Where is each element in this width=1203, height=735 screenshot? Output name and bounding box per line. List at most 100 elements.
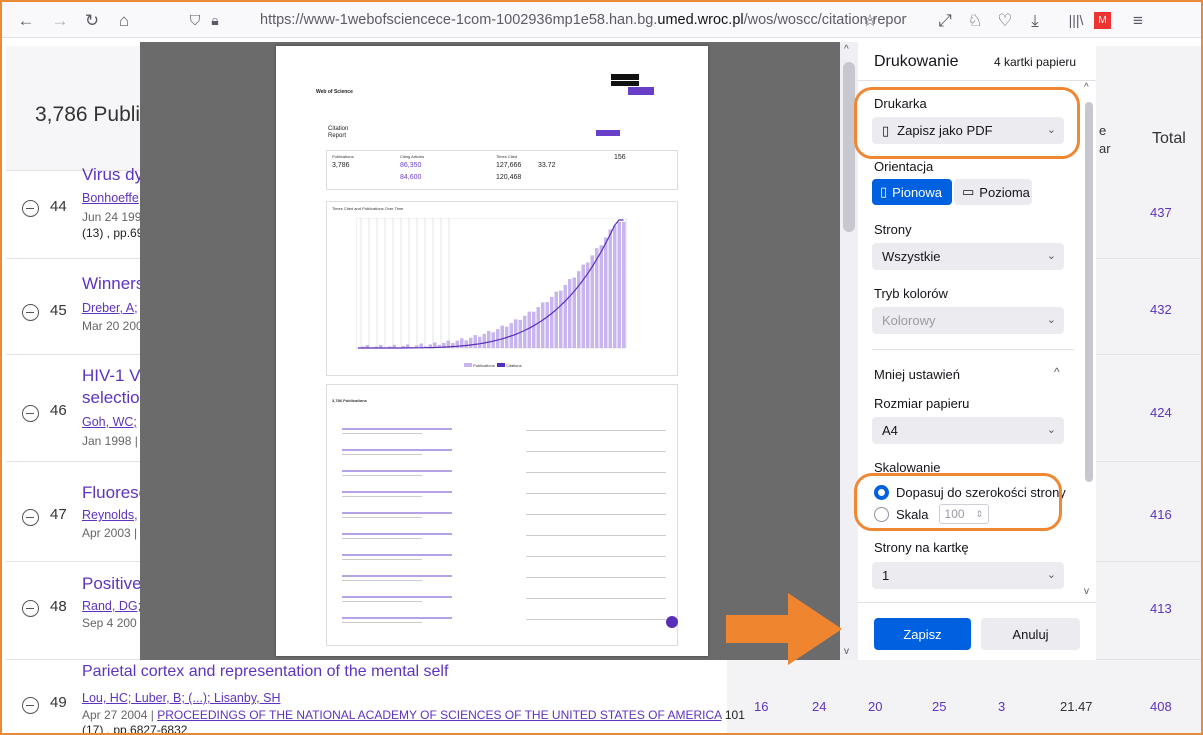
collapse-icon[interactable]	[22, 600, 39, 617]
preview-row-meta	[342, 517, 422, 518]
row-title[interactable]: Winners	[82, 274, 144, 294]
row-total[interactable]: 437	[1150, 205, 1172, 220]
results-count: 3,786 Publi	[35, 103, 141, 126]
collapse-icon[interactable]	[22, 697, 39, 714]
row-pages: (17) , pp.6827-6832	[82, 723, 188, 735]
row-value[interactable]: 24	[812, 699, 826, 714]
preview-bar	[487, 330, 491, 348]
extension-icon[interactable]: ♘	[965, 10, 985, 30]
row-title[interactable]: Virus dy	[82, 165, 143, 185]
lock-icon[interactable]: 🔒︎	[205, 10, 225, 30]
portrait-icon: ▯	[880, 184, 888, 199]
collapse-icon[interactable]	[22, 405, 39, 422]
row-total[interactable]: 416	[1150, 507, 1172, 522]
pages-select[interactable]: Wszystkie ⌄	[872, 243, 1064, 270]
home-icon[interactable]: ⌂	[114, 10, 134, 30]
preview-bar	[608, 229, 612, 348]
shield-icon[interactable]: ⛉	[185, 10, 205, 30]
color-mode-select[interactable]: Kolorowy ⌄	[872, 307, 1064, 334]
back-icon[interactable]: ←	[16, 10, 36, 30]
row-title[interactable]: Fluoresc	[82, 483, 147, 503]
preview-bar	[604, 237, 608, 348]
chevron-down-icon: ⌄	[1046, 314, 1056, 326]
sheet-count: 4 kartki papieru	[994, 55, 1077, 69]
row-total[interactable]: 413	[1150, 601, 1172, 616]
chevron-down-icon: ⌄	[1046, 569, 1056, 581]
preview-bar	[469, 337, 473, 348]
row-volume: 101	[724, 708, 745, 722]
preview-row-meta	[342, 559, 422, 560]
cancel-button[interactable]: Anuluj	[981, 618, 1080, 650]
expand-icon[interactable]: ⤢	[935, 10, 955, 30]
row-value[interactable]: 25	[932, 699, 946, 714]
row-total[interactable]: 408	[1150, 699, 1172, 714]
preview-bar	[523, 315, 527, 348]
preview-bar	[599, 245, 603, 348]
row-number: 44	[50, 198, 67, 215]
collapse-icon[interactable]	[22, 304, 39, 321]
preview-bar	[464, 340, 468, 348]
preview-value: 120,468	[496, 174, 522, 181]
paper-size-value: A4	[882, 423, 898, 438]
reload-icon[interactable]: ↻	[82, 10, 102, 30]
preview-row-values	[526, 493, 666, 494]
preview-legend: Publications Citations	[464, 363, 522, 368]
row-number: 48	[50, 598, 67, 615]
less-settings-toggle[interactable]: Mniej ustawień	[874, 367, 960, 382]
pages-per-sheet-select[interactable]: 1 ⌄	[872, 562, 1064, 589]
chevron-down-icon: ⌄	[1046, 250, 1056, 262]
preview-bar	[500, 325, 504, 348]
collapse-icon[interactable]	[22, 200, 39, 217]
preview-row-values	[526, 535, 666, 536]
pocket-icon[interactable]: ♡	[995, 10, 1015, 30]
menu-icon[interactable]: ≡	[1128, 10, 1148, 30]
row-author[interactable]: Reynolds,	[82, 508, 138, 522]
row-title[interactable]: Positive	[82, 574, 142, 594]
preview-row-meta	[342, 601, 422, 602]
paper-size-select[interactable]: A4 ⌄	[872, 417, 1064, 444]
preview-bar	[554, 291, 558, 348]
collapse-icon[interactable]	[22, 509, 39, 526]
preview-row-values	[526, 619, 666, 620]
forward-icon[interactable]: →	[50, 10, 70, 30]
row-authors[interactable]: Lou, HC; Luber, B; (...); Lisanby, SH	[82, 691, 280, 705]
row-title[interactable]: Parietal cortex and representation of th…	[82, 663, 448, 681]
row-date: Sep 4 200	[82, 616, 137, 630]
row-value[interactable]: 20	[868, 699, 882, 714]
print-preview-page: Web of Science Citation Report Publicati…	[276, 46, 708, 656]
landscape-button[interactable]: ▭ Pozioma	[954, 179, 1032, 205]
preview-row-title	[342, 617, 452, 619]
row-value[interactable]: 16	[754, 699, 768, 714]
row-date: Jan 1998 |	[82, 434, 138, 448]
row-author[interactable]: Dreber, A;	[82, 301, 138, 315]
dialog-scrollbar[interactable]: ^ v	[1082, 82, 1094, 602]
browser-window: ← → ↻ ⌂ ⛉ 🔒︎ https://www-1webofsciencece…	[0, 0, 1203, 735]
preview-row-meta	[342, 433, 422, 434]
preview-export	[596, 130, 620, 136]
row-date: Apr 27 2004 |	[82, 708, 154, 722]
row-total[interactable]: 432	[1150, 302, 1172, 317]
url-bar[interactable]: https://www-1webofsciencece-1com-1002936…	[227, 8, 907, 32]
portrait-button[interactable]: ▯ Pionowa	[872, 179, 952, 205]
row-pages: (13) , pp.69	[82, 226, 144, 240]
row-total[interactable]: 424	[1150, 405, 1172, 420]
row-author[interactable]: Goh, WC;	[82, 415, 137, 429]
addon-icon[interactable]: M	[1094, 12, 1111, 29]
pages-label: Strony	[874, 222, 912, 237]
row-date: Jun 24 199	[82, 210, 142, 224]
row-title-line2[interactable]: selectio	[82, 388, 140, 408]
save-button[interactable]: Zapisz	[874, 618, 971, 650]
library-icon[interactable]: |||\	[1066, 10, 1086, 30]
preview-row-meta	[342, 496, 422, 497]
download-icon[interactable]: ⤓	[1025, 10, 1045, 30]
preview-value: 86,350	[400, 162, 422, 169]
row-author[interactable]: Rand, DG;	[82, 599, 141, 613]
chevron-up-icon[interactable]: ^	[1054, 365, 1060, 379]
row-value[interactable]: 3	[998, 699, 1005, 714]
preview-bar	[491, 332, 495, 348]
bookmark-star-icon[interactable]: ☆	[860, 10, 880, 30]
preview-row-title	[342, 533, 452, 535]
row-author[interactable]: Bonhoeffe	[82, 191, 139, 205]
preview-row-title	[342, 491, 452, 493]
row-journal[interactable]: PROCEEDINGS OF THE NATIONAL ACADEMY OF S…	[157, 708, 721, 722]
